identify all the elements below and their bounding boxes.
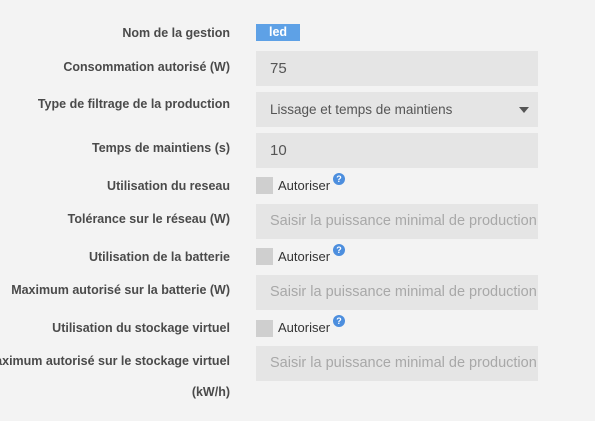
tolerance-reseau-input[interactable]: Saisir la puissance minimal de productio… bbox=[256, 204, 538, 239]
label-utilisation-stockage: Utilisation du stockage virtuel bbox=[52, 321, 230, 335]
reseau-checkbox-label[interactable]: Autoriser bbox=[278, 178, 330, 193]
batterie-checkbox[interactable] bbox=[256, 248, 273, 265]
label-tolerance-reseau: Tolérance sur le réseau (W) bbox=[67, 212, 230, 226]
label-utilisation-reseau: Utilisation du reseau bbox=[107, 179, 230, 193]
label-utilisation-batterie: Utilisation de la batterie bbox=[88, 250, 230, 264]
label-max-stockage-line1: Maximum autorisé sur le stockage virtuel bbox=[0, 354, 230, 368]
label-consommation: Consommation autorisé (W) bbox=[63, 60, 230, 74]
label-max-stockage-line2: (kW/h) bbox=[191, 385, 230, 399]
help-icon[interactable]: ? bbox=[333, 315, 345, 327]
batterie-checkbox-label[interactable]: Autoriser bbox=[278, 249, 330, 264]
stockage-checkbox[interactable] bbox=[256, 320, 273, 337]
help-icon[interactable]: ? bbox=[333, 173, 345, 185]
reseau-checkbox[interactable] bbox=[256, 177, 273, 194]
max-stockage-input[interactable]: Saisir la puissance minimal de productio… bbox=[256, 346, 538, 381]
label-temps-maintiens: Temps de maintiens (s) bbox=[92, 141, 230, 155]
temps-maintiens-input[interactable]: 10 bbox=[256, 133, 538, 168]
filtrage-select-value: Lissage et temps de maintiens bbox=[270, 102, 453, 117]
stockage-checkbox-label[interactable]: Autoriser bbox=[278, 320, 330, 335]
label-filtrage: Type de filtrage de la production bbox=[37, 97, 230, 111]
help-icon[interactable]: ? bbox=[333, 244, 345, 256]
consommation-input[interactable]: 75 bbox=[256, 51, 538, 86]
filtrage-select[interactable]: Lissage et temps de maintiens bbox=[256, 92, 538, 127]
label-max-batterie: Maximum autorisé sur la batterie (W) bbox=[11, 283, 230, 297]
gestion-name-badge: led bbox=[256, 24, 300, 41]
chevron-down-icon bbox=[519, 107, 529, 113]
max-batterie-input[interactable]: Saisir la puissance minimal de productio… bbox=[256, 275, 538, 310]
label-nom-gestion: Nom de la gestion bbox=[122, 26, 230, 40]
